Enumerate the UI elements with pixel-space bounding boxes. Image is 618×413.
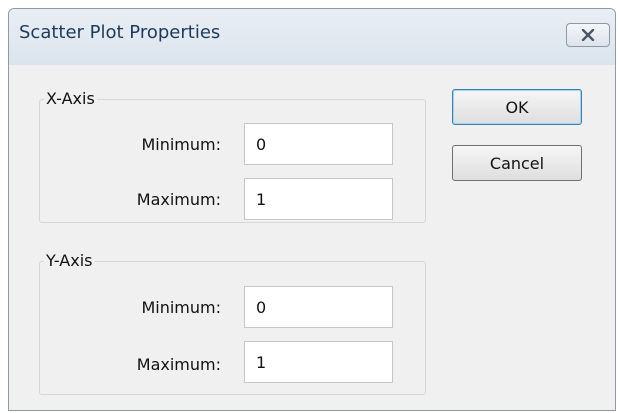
ok-button[interactable]: OK	[452, 89, 582, 125]
close-icon	[581, 29, 595, 41]
x-minimum-label: Minimum:	[141, 135, 221, 154]
y-axis-group: Y-Axis Minimum: Maximum:	[39, 252, 426, 395]
y-axis-legend: Y-Axis	[46, 251, 93, 270]
y-maximum-input[interactable]	[244, 341, 393, 383]
window-title: Scatter Plot Properties	[19, 22, 221, 43]
y-minimum-input[interactable]	[244, 286, 393, 328]
x-maximum-label: Maximum:	[136, 190, 221, 209]
scatter-plot-properties-dialog: Scatter Plot Properties X-Axis Minimum: …	[8, 8, 616, 411]
title-bar[interactable]: Scatter Plot Properties	[9, 9, 615, 65]
close-button[interactable]	[566, 23, 610, 47]
x-maximum-input[interactable]	[244, 178, 393, 220]
x-axis-legend: X-Axis	[46, 89, 95, 108]
y-minimum-label: Minimum:	[141, 298, 221, 317]
y-maximum-label: Maximum:	[136, 355, 221, 374]
dialog-body: X-Axis Minimum: Maximum: Y-Axis Minimum:…	[9, 65, 615, 410]
x-axis-group: X-Axis Minimum: Maximum:	[39, 90, 426, 223]
x-minimum-input[interactable]	[244, 123, 393, 165]
cancel-button[interactable]: Cancel	[452, 145, 582, 181]
